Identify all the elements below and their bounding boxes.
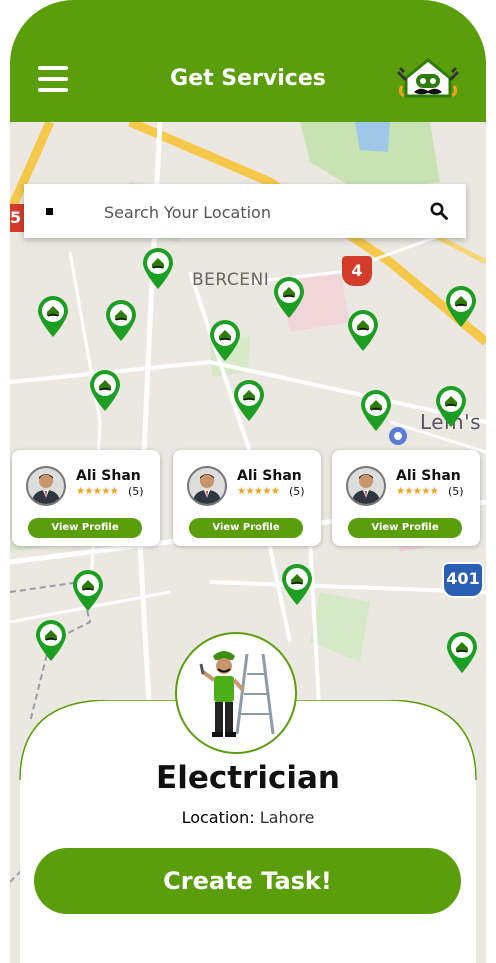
worker-location-pin-icon[interactable] (272, 275, 306, 319)
search-icon[interactable] (430, 202, 448, 220)
location-value: Lahore (259, 808, 315, 827)
worker-location-pin-icon[interactable] (444, 284, 478, 328)
worker-location-pin-icon[interactable] (36, 294, 70, 338)
view-profile-button[interactable]: View Profile (189, 518, 303, 538)
service-panel: Electrician Location: Lahore Create Task… (10, 632, 486, 963)
electrician-with-ladder-icon (175, 632, 297, 754)
worker-location-pin-icon[interactable] (346, 308, 380, 352)
worker-location-pin-icon[interactable] (88, 368, 122, 412)
provider-card[interactable]: Ali Shan ★★★★★ (5) View Profile (12, 450, 160, 546)
worker-location-pin-icon[interactable] (71, 568, 105, 612)
rating-stars: ★★★★★ (237, 486, 280, 497)
worker-location-pin-icon[interactable] (359, 388, 393, 432)
app-screen: BERCENI Lem's 4 5 401 (10, 0, 486, 963)
worker-location-pin-icon[interactable] (34, 618, 68, 662)
provider-card[interactable]: Ali Shan ★★★★★ (5) View Profile (332, 450, 480, 546)
view-profile-button[interactable]: View Profile (348, 518, 462, 538)
worker-location-pin-icon[interactable] (232, 378, 266, 422)
search-location-input[interactable] (102, 198, 406, 226)
search-bullet-icon (46, 208, 53, 215)
handyman-logo-icon (396, 58, 460, 98)
provider-name: Ali Shan (396, 468, 461, 484)
provider-name: Ali Shan (76, 468, 141, 484)
worker-location-pin-icon[interactable] (208, 318, 242, 362)
rating-stars: ★★★★★ (76, 486, 119, 497)
worker-location-pin-icon[interactable] (280, 562, 314, 606)
worker-location-pin-icon[interactable] (434, 384, 468, 428)
worker-location-pin-icon[interactable] (445, 630, 479, 674)
avatar (187, 466, 227, 506)
worker-location-pin-icon[interactable] (141, 246, 175, 290)
location-label: Location: (181, 808, 255, 827)
rating-count: (5) (128, 485, 144, 498)
create-task-button[interactable]: Create Task! (34, 848, 461, 914)
view-profile-button[interactable]: View Profile (28, 518, 142, 538)
rating-count: (5) (289, 485, 305, 498)
avatar (26, 466, 66, 506)
rating-stars: ★★★★★ (396, 486, 439, 497)
location-search-bar (24, 184, 466, 238)
service-location: Location: Lahore (10, 808, 486, 827)
avatar (346, 466, 386, 506)
map-area-label: BERCENI (192, 270, 270, 290)
road-badge-5: 5 (10, 204, 24, 232)
worker-location-pin-icon[interactable] (104, 298, 138, 342)
provider-name: Ali Shan (237, 468, 302, 484)
app-header: Get Services (10, 0, 486, 122)
road-badge-4: 4 (342, 256, 372, 286)
road-badge-401: 401 (442, 562, 484, 598)
provider-card[interactable]: Ali Shan ★★★★★ (5) View Profile (173, 450, 321, 546)
rating-count: (5) (448, 485, 464, 498)
service-title: Electrician (156, 760, 340, 796)
